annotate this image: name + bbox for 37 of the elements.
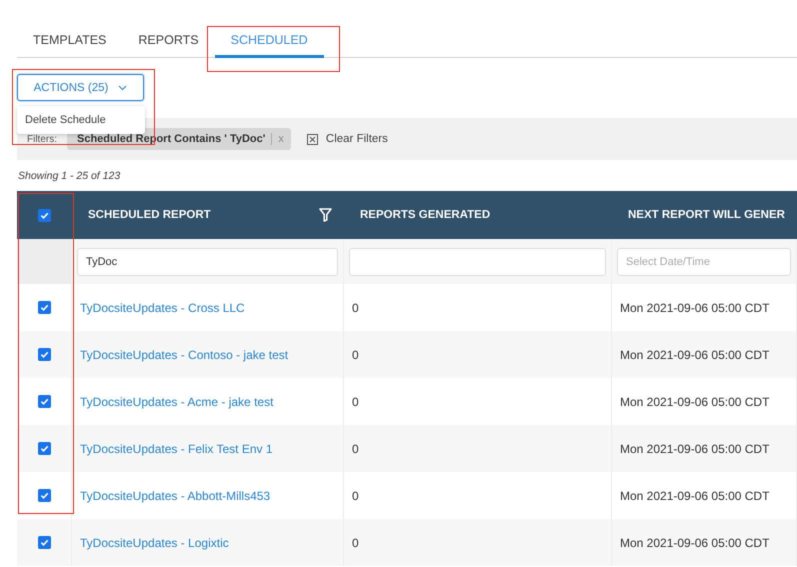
report-link[interactable]: TyDocsiteUpdates - Contoso - jake test (80, 348, 288, 362)
checkbox[interactable] (38, 301, 50, 314)
result-count: Showing 1 - 25 of 123 (18, 170, 122, 182)
actions-button[interactable]: ACTIONS (25) (17, 74, 144, 101)
column-header: NEXT REPORT WILL GENER (612, 191, 797, 239)
table-cell: Mon 2021-09-06 05:00 CDT (612, 331, 797, 378)
column-filter-field[interactable]: TyDoc (77, 248, 338, 276)
table-cell: 0 (344, 519, 612, 566)
report-link[interactable]: TyDocsiteUpdates - Felix Test Env 1 (80, 442, 273, 456)
chevron-icon (118, 84, 128, 90)
menu-item[interactable]: Delete Schedule (17, 106, 145, 134)
clear-filters-button[interactable]: Clear Filters (300, 133, 388, 145)
checkbox[interactable] (38, 536, 50, 549)
table-cell: Mon 2021-09-06 05:00 CDT (612, 519, 797, 566)
checkbox[interactable] (38, 442, 50, 455)
checkbox[interactable] (38, 348, 50, 361)
tab[interactable]: SCHEDULED (214, 33, 324, 58)
table-cell: Mon 2021-09-06 05:00 CDT (612, 425, 797, 472)
close-icon (306, 134, 318, 144)
tab[interactable]: REPORTS (122, 33, 215, 58)
checkbox[interactable] (38, 208, 51, 222)
filter-icon[interactable] (319, 208, 332, 222)
filters-label: Filters: (27, 134, 57, 144)
date-filter-field[interactable]: Select Date/Time (617, 248, 791, 276)
report-link[interactable]: TyDocsiteUpdates - Acme - jake test (80, 394, 274, 408)
column-header: SCHEDULED REPORT (72, 191, 344, 239)
checkbox[interactable] (38, 395, 50, 408)
remove-chip-button[interactable]: x (271, 133, 287, 145)
table-cell: 0 (344, 331, 612, 378)
report-link[interactable]: TyDocsiteUpdates - Cross LLC (80, 300, 245, 314)
checkbox[interactable] (38, 489, 50, 502)
column-filter-field[interactable] (349, 248, 606, 276)
tab[interactable]: TEMPLATES (17, 33, 122, 58)
report-link[interactable]: TyDocsiteUpdates - Logixtic (80, 536, 229, 550)
column-header: REPORTS GENERATED (344, 191, 612, 239)
table-cell: 0 (344, 425, 612, 472)
report-link[interactable]: TyDocsiteUpdates - Abbott-Mills453 (80, 488, 270, 502)
